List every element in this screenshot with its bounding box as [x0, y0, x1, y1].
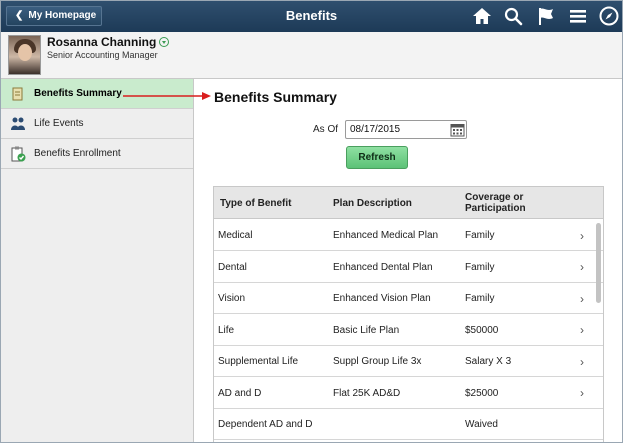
profile-banner: Rosanna Channing Senior Accounting Manag… — [1, 32, 622, 79]
employee-name-label: Rosanna Channing — [47, 35, 157, 49]
sidebar-item-label: Benefits Enrollment — [34, 148, 121, 159]
sidebar-item-life-events[interactable]: Life Events — [1, 109, 193, 139]
cell-coverage: Family — [465, 230, 495, 241]
sidebar-item-benefits-enrollment[interactable]: Benefits Enrollment — [1, 139, 193, 169]
page-title: Benefits Summary — [214, 89, 337, 105]
menu-icon[interactable] — [567, 5, 589, 27]
cell-plan-description: Flat 25K AD&D — [333, 387, 401, 399]
cell-type-of-benefit: Life — [218, 324, 235, 336]
cell-type-of-benefit: Medical — [218, 230, 253, 241]
cell-coverage: Family — [465, 293, 495, 304]
avatar — [8, 35, 41, 75]
column-header-type[interactable]: Type of Benefit — [220, 187, 330, 219]
top-banner: ❮ My Homepage Benefits — [1, 1, 622, 32]
sidebar: Benefits Summary Life Events Benefits En… — [1, 79, 194, 442]
navbar-compass-icon[interactable] — [598, 5, 620, 27]
home-icon[interactable] — [471, 5, 493, 27]
cell-coverage: $50000 — [465, 324, 499, 336]
chevron-down-icon[interactable] — [159, 37, 170, 47]
cell-coverage: Waived — [465, 419, 498, 430]
cell-plan-description: Suppl Group Life 3x — [333, 356, 422, 367]
cell-type-of-benefit: Vision — [218, 293, 246, 304]
table-row[interactable]: Vision Enhanced Vision Plan Family › — [214, 283, 603, 314]
calendar-icon[interactable] — [450, 122, 465, 137]
column-header-coverage[interactable]: Coverage or Participation — [465, 187, 555, 219]
table-row[interactable]: Life Basic Life Plan $50000 › — [214, 315, 603, 346]
chevron-right-icon[interactable]: › — [580, 252, 584, 283]
employee-name[interactable]: Rosanna Channing — [47, 35, 170, 49]
chevron-left-icon: ❮ — [15, 10, 24, 21]
chevron-right-icon[interactable]: › — [580, 315, 584, 346]
cell-coverage: Salary X 3 — [465, 356, 512, 367]
cell-type-of-benefit: Dental — [218, 261, 247, 273]
benefits-enrollment-icon — [9, 145, 27, 163]
chevron-right-icon[interactable]: › — [580, 283, 584, 314]
cell-plan-description — [333, 409, 461, 440]
my-homepage-button[interactable]: ❮ My Homepage — [6, 6, 102, 26]
cell-type-of-benefit: AD and D — [218, 387, 262, 399]
life-events-icon — [9, 115, 27, 133]
cell-plan-description: Enhanced Dental Plan — [333, 261, 433, 273]
sidebar-item-label: Benefits Summary — [34, 88, 122, 99]
benefits-table: Type of Benefit Plan Description Coverag… — [213, 186, 604, 442]
annotation-arrow — [123, 92, 211, 100]
cell-type-of-benefit: Dependent AD and D — [218, 419, 313, 430]
cell-plan-description: Basic Life Plan — [333, 324, 400, 336]
table-header: Type of Benefit Plan Description Coverag… — [214, 187, 603, 219]
cell-plan-description: Enhanced Medical Plan — [333, 230, 439, 241]
chevron-right-icon[interactable]: › — [580, 346, 584, 377]
cell-coverage: $25000 — [465, 387, 499, 399]
search-icon[interactable] — [502, 5, 524, 27]
sidebar-item-label: Life Events — [34, 118, 84, 129]
refresh-button[interactable]: Refresh — [346, 146, 408, 169]
table-scrollbar[interactable] — [596, 223, 601, 303]
flag-icon[interactable] — [535, 5, 557, 27]
benefits-page: ❮ My Homepage Benefits Rosanna Channing S… — [0, 0, 623, 443]
cell-coverage: Family — [465, 261, 495, 273]
my-homepage-label: My Homepage — [28, 10, 97, 21]
table-row[interactable]: Supplemental Life Suppl Group Life 3x Sala… — [214, 346, 603, 377]
cell-type-of-benefit: Supplemental Life — [218, 356, 299, 367]
table-row[interactable]: Dependent AD and D Waived — [214, 409, 603, 440]
chevron-right-icon[interactable]: › — [580, 378, 584, 409]
as-of-date-input[interactable] — [345, 120, 467, 139]
benefits-summary-icon — [9, 85, 27, 103]
table-row[interactable]: Medical Enhanced Medical Plan Family › — [214, 220, 603, 251]
chevron-right-icon[interactable]: › — [580, 220, 584, 251]
as-of-label: As Of — [313, 124, 339, 135]
table-row[interactable]: AD and D Flat 25K AD&D $25000 › — [214, 378, 603, 409]
employee-job-title: Senior Accounting Manager — [47, 50, 158, 60]
table-row[interactable]: Dental Enhanced Dental Plan Family › — [214, 252, 603, 283]
cell-plan-description: Enhanced Vision Plan — [333, 293, 431, 304]
column-header-plan[interactable]: Plan Description — [333, 187, 458, 219]
